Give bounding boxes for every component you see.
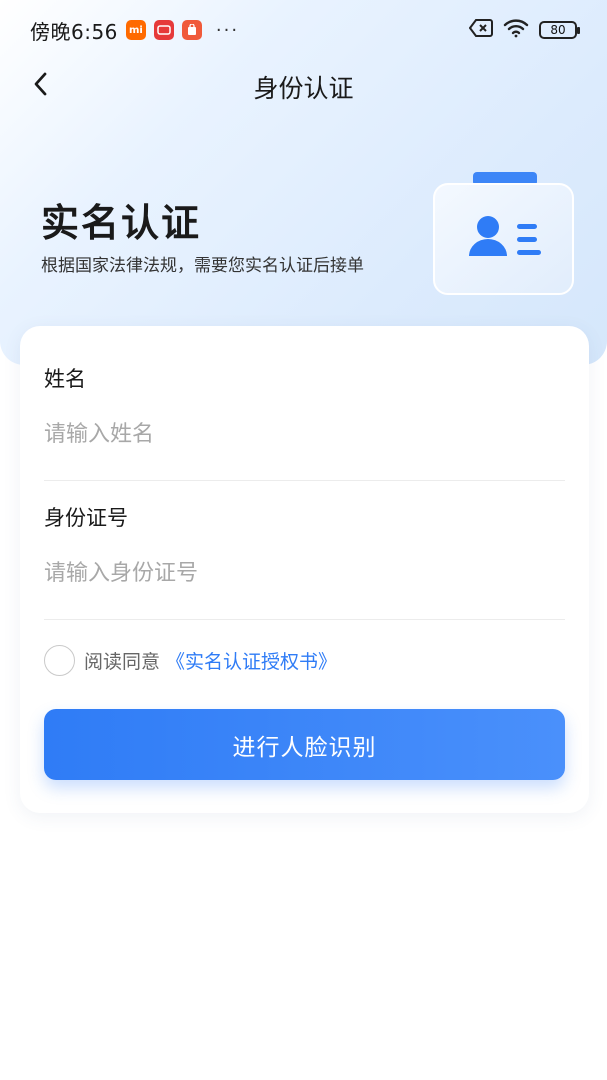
authorization-link[interactable]: 《实名认证授权书》 <box>166 647 337 674</box>
id-number-divider <box>44 619 565 620</box>
nav-bar: 身份认证 <box>0 60 607 110</box>
id-card-icon <box>433 172 575 296</box>
status-right-group: 80 <box>468 18 580 42</box>
agree-checkbox[interactable] <box>44 644 75 676</box>
battery-icon: 80 <box>539 21 580 39</box>
id-number-input[interactable] <box>44 551 565 595</box>
status-time: 傍晚6:56 <box>30 19 118 44</box>
id-number-label: 身份证号 <box>44 506 128 530</box>
shop-app-icon <box>181 20 202 40</box>
wifi-icon <box>503 18 529 42</box>
status-bar: 傍晚6:56 mi ··· 80 <box>0 0 607 60</box>
face-recognition-button[interactable]: 进行人脸识别 <box>44 709 565 780</box>
name-divider <box>44 480 565 481</box>
page-title: 身份认证 <box>253 74 354 103</box>
sim-error-icon <box>468 19 493 41</box>
news-app-icon <box>153 20 174 40</box>
hero-title: 实名认证 <box>41 201 202 245</box>
hero-subtitle: 根据国家法律法规，需要您实名认证后接单 <box>41 256 364 276</box>
verification-form-card: 姓名 身份证号 阅读同意 《实名认证授权书》 进行人脸识别 <box>20 326 589 813</box>
mi-app-icon: mi <box>125 20 146 40</box>
agree-text: 阅读同意 <box>84 650 161 673</box>
more-notifications-icon: ··· <box>215 19 240 41</box>
agreement-row: 阅读同意 《实名认证授权书》 <box>44 644 337 676</box>
name-label: 姓名 <box>44 367 86 391</box>
name-input[interactable] <box>44 412 565 456</box>
